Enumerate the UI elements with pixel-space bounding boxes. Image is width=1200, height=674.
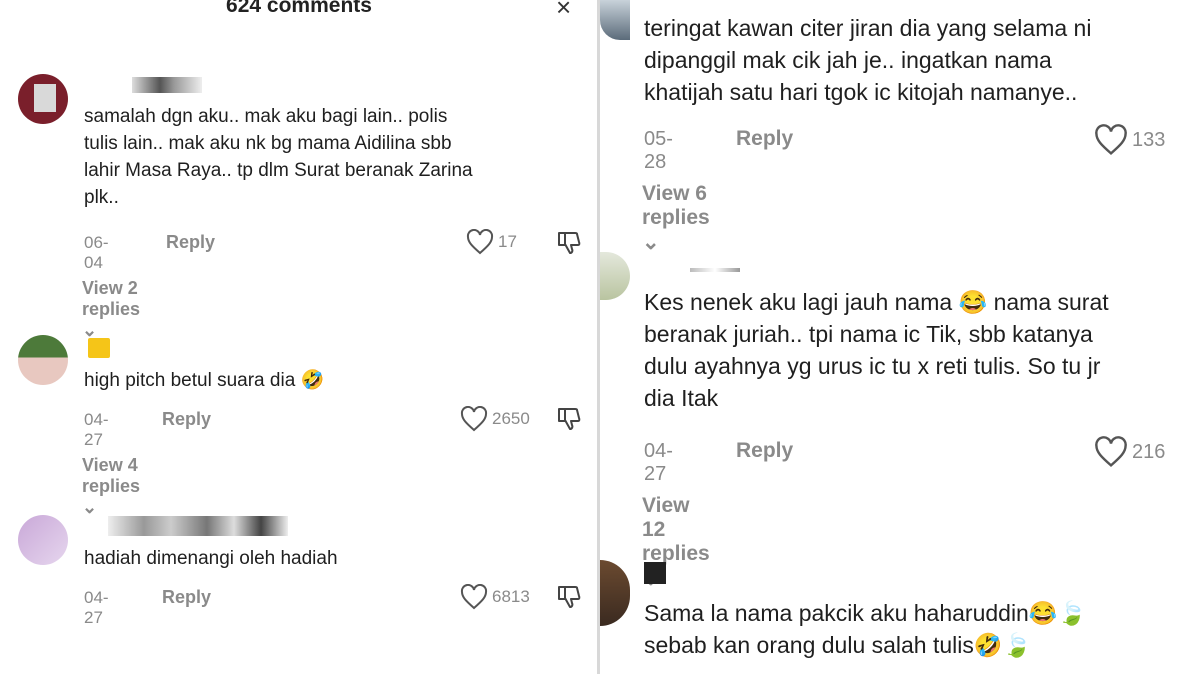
avatar[interactable] [600,560,630,626]
like-button[interactable]: 216 [1094,436,1165,468]
reply-button[interactable]: Reply [166,232,215,253]
heart-icon [460,406,488,432]
view-replies-button[interactable]: View 4 replies ⌄ [82,455,140,518]
heart-icon [1095,124,1127,155]
comment-date: 06-04 [84,233,109,272]
reply-button[interactable]: Reply [736,127,793,151]
comment-text: Sama la nama pakcik aku haharuddin😂🍃 seb… [644,600,1087,658]
comment-text: Kes nenek aku lagi jauh nama 😂 nama sura… [644,289,1109,411]
comment-text: high pitch betul suara dia 🤣 [84,370,325,391]
close-icon[interactable]: × [556,0,571,23]
comments-count-title: 624 comments [226,0,372,17]
username-blurred[interactable] [690,268,740,272]
heart-icon [1095,436,1127,467]
like-button[interactable]: 17 [466,229,517,255]
thumbs-down-icon[interactable] [556,584,582,610]
username-blurred[interactable] [108,516,288,536]
comment-text: hadiah dimenangi oleh hadiah [84,548,338,569]
left-comments-panel: 624 comments × samalah dgn aku.. mak aku… [0,0,598,674]
like-count: 2650 [492,409,530,428]
reply-button[interactable]: Reply [736,439,793,463]
avatar[interactable] [18,515,68,565]
like-count: 17 [498,232,517,251]
heart-icon [466,229,494,255]
thumbs-down-icon[interactable] [556,406,582,432]
reply-button[interactable]: Reply [162,587,211,608]
avatar[interactable] [600,0,630,40]
username-blurred[interactable] [132,77,202,93]
comment-date: 04-27 [84,588,109,627]
reply-button[interactable]: Reply [162,409,211,430]
comment-date: 04-27 [644,440,673,485]
like-count: 133 [1132,128,1166,151]
like-count: 216 [1132,440,1166,463]
thumbs-down-icon[interactable] [556,230,582,256]
comment-date: 05-28 [644,128,673,173]
username-blurred[interactable] [644,562,666,584]
like-button[interactable]: 133 [1094,124,1165,156]
heart-icon [460,584,488,610]
view-replies-button[interactable]: View 2 replies ⌄ [82,278,140,341]
comment-date: 04-27 [84,410,109,449]
right-comments-panel: teringat kawan citer jiran dia yang sela… [600,0,1200,674]
avatar[interactable] [600,252,630,300]
like-count: 6813 [492,587,530,606]
avatar[interactable] [18,335,68,385]
like-button[interactable]: 6813 [460,584,530,610]
like-button[interactable]: 2650 [460,406,530,432]
avatar[interactable] [18,74,68,124]
view-replies-button[interactable]: View 6 replies ⌄ [642,182,710,255]
user-badge [88,338,110,358]
comment-text: samalah dgn aku.. mak aku bagi lain.. po… [84,106,473,208]
comment-text: teringat kawan citer jiran dia yang sela… [644,15,1092,105]
